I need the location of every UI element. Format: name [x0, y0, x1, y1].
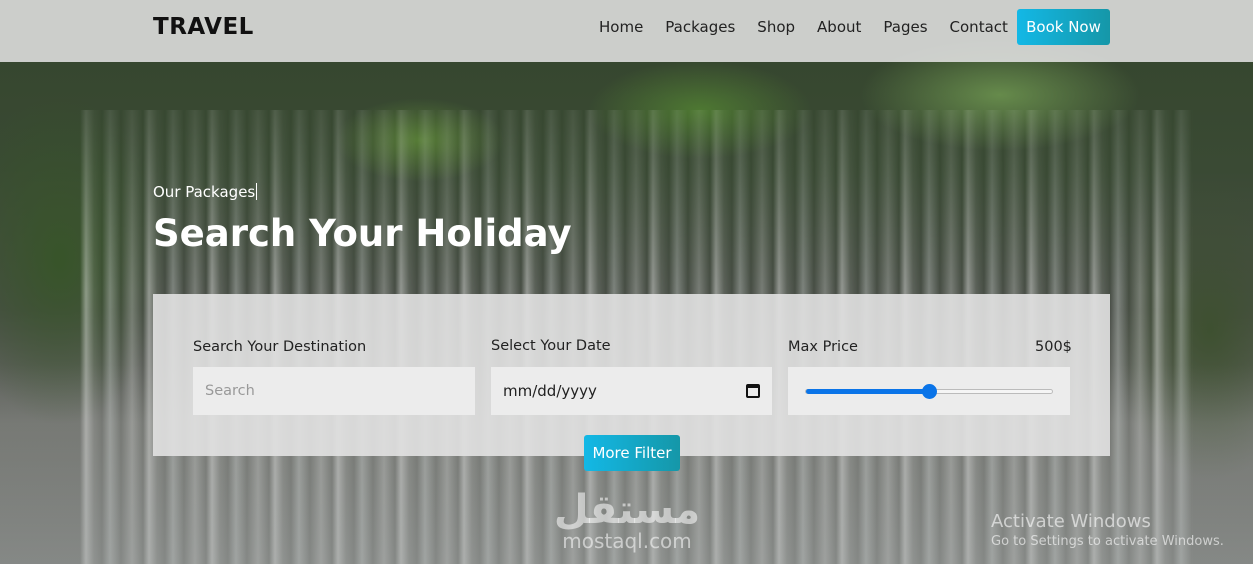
watermark-site: mostaql.com	[562, 529, 692, 553]
hero-subtitle-text: Our Packages	[153, 183, 256, 201]
destination-search-input[interactable]: Search	[193, 367, 475, 415]
activate-windows-title: Activate Windows	[991, 511, 1151, 532]
watermark-logo: مستقل	[553, 487, 701, 533]
search-panel: Search Your Destination Search Select Yo…	[153, 294, 1110, 456]
hero-subtitle: Our Packages	[153, 183, 258, 201]
nav-link-shop[interactable]: Shop	[757, 18, 795, 36]
brand-logo[interactable]: TRAVEL	[153, 14, 254, 40]
price-slider-box	[788, 367, 1070, 415]
calendar-icon[interactable]	[746, 384, 760, 398]
hero-title: Search Your Holiday	[153, 212, 572, 255]
activate-windows-subtitle: Go to Settings to activate Windows.	[991, 534, 1224, 549]
text-cursor	[256, 183, 258, 200]
price-slider-thumb[interactable]	[922, 384, 937, 399]
date-label: Select Your Date	[491, 338, 611, 354]
navbar: TRAVEL Home Packages Shop About Pages Co…	[0, 0, 1253, 62]
price-slider-fill	[806, 389, 929, 394]
nav-link-about[interactable]: About	[817, 18, 861, 36]
date-placeholder: mm/dd/yyyy	[503, 382, 597, 400]
mostaql-watermark: مستقل mostaql.com	[552, 490, 702, 552]
activate-windows-notice: Activate Windows Go to Settings to activ…	[991, 511, 1224, 549]
nav-link-packages[interactable]: Packages	[665, 18, 735, 36]
price-slider[interactable]	[805, 384, 1053, 399]
nav-link-home[interactable]: Home	[599, 18, 643, 36]
max-price-label: Max Price	[788, 339, 858, 355]
nav-link-pages[interactable]: Pages	[883, 18, 927, 36]
nav-link-contact[interactable]: Contact	[950, 18, 1008, 36]
date-input[interactable]: mm/dd/yyyy	[491, 367, 772, 415]
max-price-value: 500$	[1035, 339, 1072, 355]
more-filter-button[interactable]: More Filter	[584, 435, 680, 471]
destination-placeholder: Search	[205, 383, 255, 399]
book-now-button[interactable]: Book Now	[1017, 9, 1110, 45]
background-waterfall-image	[0, 0, 1253, 564]
destination-label: Search Your Destination	[193, 339, 367, 355]
nav-links: Home Packages Shop About Pages Contact	[599, 18, 1030, 36]
